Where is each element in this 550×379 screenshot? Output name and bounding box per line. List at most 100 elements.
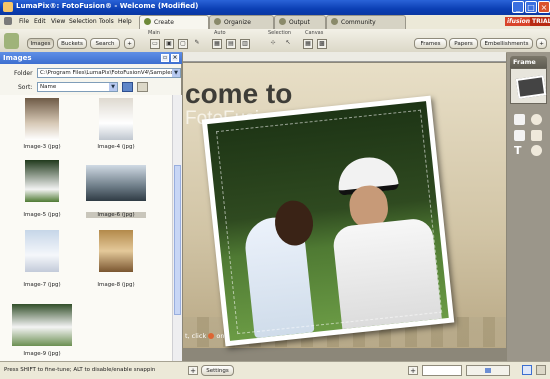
document-icon[interactable]: [4, 17, 12, 25]
hint-text: t, click on: [185, 332, 225, 340]
frame-style-icon[interactable]: [514, 114, 525, 125]
tab-frames[interactable]: Frames: [414, 38, 447, 49]
title-bar: LumaPix®: FotoFusion® - Welcome (Modifie…: [0, 0, 550, 15]
menu-view[interactable]: View: [51, 18, 65, 25]
minimize-button[interactable]: _: [512, 1, 524, 13]
status-hint: Press SHIFT to fine-tune; ALT to disable…: [4, 367, 156, 373]
group-label-auto: Auto: [214, 30, 226, 36]
fit-page-icon[interactable]: [522, 365, 532, 375]
tab-search[interactable]: Search: [90, 38, 120, 49]
group-label-selection: Selection: [268, 30, 292, 36]
canvas-grid-icon[interactable]: ▦: [303, 39, 313, 49]
panel-pin-button[interactable]: ▫: [161, 54, 169, 62]
zoom-slider-knob[interactable]: [485, 368, 491, 373]
thumbnail-caption: Image-7 (jpg): [23, 282, 61, 288]
camera-icon[interactable]: [4, 33, 19, 49]
edit-frame-icon[interactable]: [514, 130, 525, 141]
scrollbar-thumb[interactable]: [174, 165, 181, 315]
pen-icon[interactable]: ✎: [192, 39, 202, 49]
menu-file[interactable]: File: [19, 18, 29, 25]
tab-buckets[interactable]: Buckets: [57, 38, 87, 49]
thumbnail-image-5[interactable]: [25, 160, 59, 202]
canvas-area[interactable]: 3 come to FotoFusi t, click on: [183, 52, 506, 361]
tab-create[interactable]: Create: [139, 15, 209, 29]
text-tool-icon[interactable]: T: [514, 145, 525, 156]
thumbnail-image-4[interactable]: [99, 98, 133, 140]
images-panel-header: Images ▫ ×: [0, 52, 182, 64]
crop-guide[interactable]: [216, 109, 443, 335]
trial-badge: TRIAL: [530, 17, 550, 26]
rotate-icon[interactable]: [531, 114, 542, 125]
menu-help[interactable]: Help: [118, 18, 132, 25]
close-button[interactable]: ×: [538, 1, 550, 13]
thumbnail-view-icon[interactable]: [122, 82, 133, 92]
zoom-in-button[interactable]: +: [408, 366, 418, 375]
welcome-heading: come to: [185, 78, 293, 109]
frame-panel-title: Frame: [510, 56, 547, 68]
crop-icon[interactable]: ▣: [164, 39, 174, 49]
thumbnail-image-3[interactable]: [25, 98, 59, 140]
community-icon: [331, 18, 338, 25]
select-icon[interactable]: ▭: [150, 39, 160, 49]
wedding-photo[interactable]: [207, 101, 449, 341]
thumbnail-scrollbar[interactable]: [172, 95, 182, 361]
frame-icon[interactable]: ▢: [178, 39, 188, 49]
hint-icon: [208, 333, 215, 339]
sort-dropdown-arrow[interactable]: ▼: [109, 83, 117, 91]
wedding-photo-frame[interactable]: [201, 95, 455, 347]
link-icon[interactable]: [531, 130, 542, 141]
sort-label: Sort:: [18, 84, 33, 91]
tab-embellishments[interactable]: Embellishments: [480, 38, 533, 49]
thumbnail-image-6[interactable]: [86, 165, 146, 201]
thumbnail-image-7[interactable]: [25, 230, 59, 272]
fit-width-icon[interactable]: [536, 365, 546, 375]
images-panel-title: Images: [3, 54, 32, 62]
add-tab-button[interactable]: +: [124, 38, 135, 49]
thumbnail-caption: Image-3 (jpg): [23, 144, 61, 150]
panel-close-button[interactable]: ×: [171, 54, 179, 62]
menu-selection[interactable]: Selection: [69, 18, 97, 25]
zoom-slider[interactable]: [466, 365, 510, 376]
status-bar: Press SHIFT to fine-tune; ALT to disable…: [0, 361, 550, 379]
thumbnail-image-9[interactable]: [12, 304, 72, 346]
settings-button[interactable]: Settings: [201, 365, 234, 376]
group-label-main: Main: [148, 30, 160, 36]
add-right-tab-button[interactable]: +: [536, 38, 547, 49]
tab-images[interactable]: Images: [27, 38, 54, 49]
menu-tools[interactable]: Tools: [99, 18, 114, 25]
folder-label: Folder: [14, 70, 33, 77]
add-page-button[interactable]: +: [188, 366, 198, 375]
auto-fill-icon[interactable]: ▤: [226, 39, 236, 49]
ruler: [183, 52, 506, 62]
selection-handles-icon[interactable]: ⊹: [268, 39, 278, 49]
auto-fit-icon[interactable]: ▦: [212, 39, 222, 49]
group-label-canvas: Canvas: [305, 30, 324, 36]
sort-select[interactable]: Name ▼: [37, 82, 118, 92]
window-title: LumaPix®: FotoFusion® - Welcome (Modifie…: [16, 2, 199, 10]
tab-organize[interactable]: Organize: [209, 15, 274, 29]
organize-icon: [214, 18, 221, 25]
tab-community[interactable]: Community: [326, 15, 406, 29]
thumbnail-caption: Image-8 (jpg): [97, 282, 135, 288]
frame-thumbnail: [515, 75, 547, 99]
list-view-icon[interactable]: [137, 82, 148, 92]
settings-gear-icon[interactable]: [531, 145, 542, 156]
folder-dropdown-arrow[interactable]: ▼: [172, 69, 180, 77]
brand-logo: ifusion: [505, 17, 532, 26]
output-icon: [279, 18, 286, 25]
thumbnail-caption-selected: Image-6 (jpg): [86, 212, 146, 218]
folder-field[interactable]: C:\Program Files\LumaPix\FotoFusionV4\Sa…: [37, 68, 181, 78]
frame-preview[interactable]: [510, 68, 547, 104]
pointer-icon[interactable]: ↖: [283, 39, 293, 49]
app-icon: [3, 2, 13, 12]
tab-papers[interactable]: Papers: [449, 38, 478, 49]
tab-output[interactable]: Output: [274, 15, 326, 29]
create-icon: [144, 18, 151, 25]
auto-layout-icon[interactable]: ▥: [240, 39, 250, 49]
canvas-snap-icon[interactable]: ▩: [317, 39, 327, 49]
thumbnail-image-8[interactable]: [99, 230, 133, 272]
maximize-button[interactable]: □: [525, 1, 537, 13]
menu-edit[interactable]: Edit: [34, 18, 46, 25]
zoom-input[interactable]: [422, 365, 462, 376]
thumbnail-grid: Image-3 (jpg) Image-4 (jpg) Image-5 (jpg…: [0, 95, 172, 361]
